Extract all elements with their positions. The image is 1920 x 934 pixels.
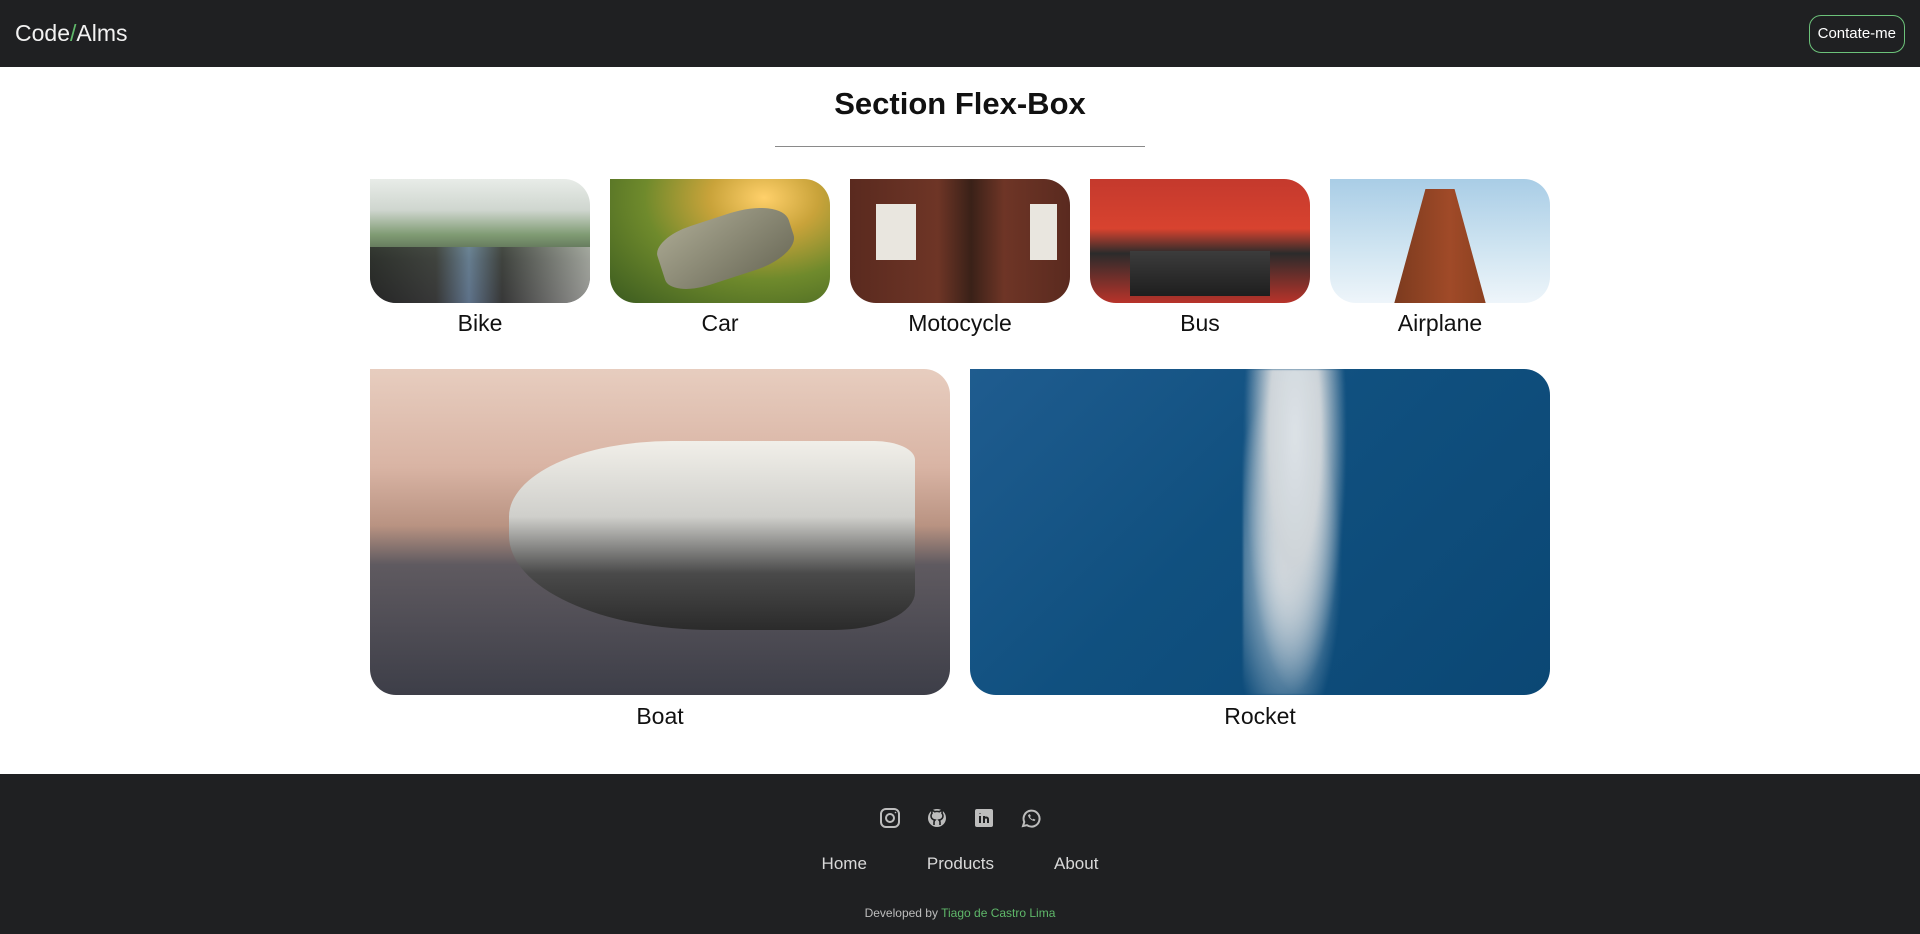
card-label: Rocket [1224,703,1296,729]
car-image [610,179,830,303]
footer-nav: Home Products About [0,854,1920,874]
brand-logo[interactable]: Code/Alms [15,20,128,47]
page-footer: Home Products About Developed by Tiago d… [0,774,1920,934]
boat-image [370,369,950,695]
card-motocycle[interactable]: Motocycle [850,179,1070,336]
whatsapp-icon[interactable] [1017,804,1044,831]
rocket-image [970,369,1550,695]
card-label: Bus [1180,310,1220,336]
developer-credit: Developed by Tiago de Castro Lima [0,906,1920,920]
credit-author-link[interactable]: Tiago de Castro Lima [941,906,1055,920]
contact-button[interactable]: Contate-me [1808,14,1905,53]
bike-image [370,179,590,303]
card-bus[interactable]: Bus [1090,179,1310,336]
top-navbar: Code/Alms Contate-me [0,0,1920,67]
card-airplane[interactable]: Airplane [1330,179,1550,336]
card-rocket[interactable]: Rocket [970,369,1550,729]
linkedin-icon[interactable] [970,804,997,831]
social-links [0,804,1920,831]
github-icon[interactable] [923,804,950,831]
brand-text-code: Code [15,20,70,46]
title-divider [775,146,1145,147]
card-label: Airplane [1397,310,1483,336]
credit-prefix: Developed by [864,906,938,920]
motocycle-image [850,179,1070,303]
card-label: Car [701,310,739,336]
card-bike[interactable]: Bike [370,179,590,336]
bus-image [1090,179,1310,303]
card-label: Motocycle [908,310,1012,336]
brand-text-alms: Alms [76,20,128,46]
instagram-icon[interactable] [876,804,903,831]
footer-link-products[interactable]: Products [927,854,994,874]
card-label: Bike [457,310,503,336]
section-title: Section Flex-Box [834,86,1086,121]
card-boat[interactable]: Boat [370,369,950,729]
card-car[interactable]: Car [610,179,830,336]
card-label: Boat [636,703,684,729]
footer-link-home[interactable]: Home [822,854,867,874]
footer-link-about[interactable]: About [1054,854,1098,874]
airplane-image [1330,179,1550,303]
